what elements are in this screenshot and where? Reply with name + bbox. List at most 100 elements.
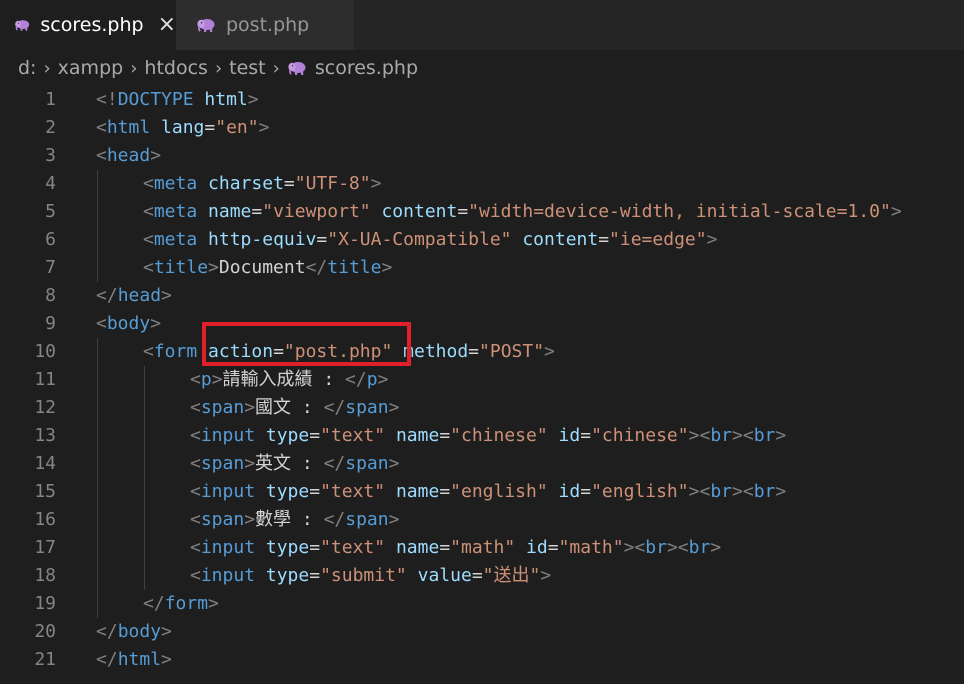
line-number: 1 <box>45 89 56 110</box>
code-token: 請輸入成績 : <box>222 369 346 390</box>
code-token: </ <box>96 649 118 670</box>
code-token: < <box>143 173 154 194</box>
code-token: > <box>775 425 787 446</box>
breadcrumb-item-d[interactable]: d: <box>18 57 36 79</box>
code-line[interactable]: 17 <input type="text" name="math" id="mat… <box>0 534 964 562</box>
code-line[interactable]: 3 <head> <box>0 142 964 170</box>
breadcrumb-item-test[interactable]: test <box>229 57 266 79</box>
code-token: meta <box>153 173 198 194</box>
code-token: method <box>403 341 469 362</box>
code-token: span <box>345 397 389 418</box>
code-token: </ <box>96 285 118 306</box>
code-token: > <box>710 537 722 558</box>
code-token: br <box>753 481 776 502</box>
code-token: "text" <box>320 481 386 502</box>
code-token: "X-UA-Compatible" <box>327 229 512 250</box>
code-token: > <box>208 593 219 614</box>
code-line[interactable]: 14 <span>英文 : </span> <box>0 450 964 478</box>
line-number: 6 <box>45 229 56 250</box>
code-token: http-equiv <box>208 229 317 250</box>
code-token: span <box>345 453 389 474</box>
breadcrumb-item-file[interactable]: scores.php <box>315 57 418 79</box>
line-number: 12 <box>34 397 56 418</box>
code-token: "en" <box>215 117 259 138</box>
code-token: name <box>395 425 440 446</box>
code-line[interactable]: 16 <span>數學 : </span> <box>0 506 964 534</box>
code-line[interactable]: 15 <input type="text" name="english" id="… <box>0 478 964 506</box>
code-line[interactable]: 2 <html lang="en"> <box>0 114 964 142</box>
code-token: type <box>265 537 310 558</box>
chevron-right-icon: › <box>43 57 51 79</box>
code-line[interactable]: 21 </html> <box>0 646 964 674</box>
code-token: type <box>265 481 310 502</box>
code-token: charset <box>208 173 284 194</box>
code-line[interactable]: 10 <form action="post.php" method="POST"> <box>0 338 964 366</box>
code-token: > <box>150 145 162 166</box>
code-token: > <box>540 565 552 586</box>
code-token: > <box>377 369 389 390</box>
breadcrumb-item-htdocs[interactable]: htdocs <box>144 57 208 79</box>
code-line[interactable]: 20 </body> <box>0 618 964 646</box>
line-number: 19 <box>34 593 56 614</box>
code-line[interactable]: 13 <input type="text" name="chinese" id="… <box>0 422 964 450</box>
close-icon[interactable]: × <box>158 14 176 36</box>
breadcrumb: d: › xampp › htdocs › test › scores.php <box>0 50 964 86</box>
code-token: name <box>395 481 440 502</box>
code-line[interactable]: 19 </form> <box>0 590 964 618</box>
php-elephant-icon <box>196 17 216 33</box>
code-token: > <box>244 509 256 530</box>
code-token: body <box>106 313 151 334</box>
code-line[interactable]: 5 <meta name="viewport" content="width=de… <box>0 198 964 226</box>
code-token: > <box>244 397 256 418</box>
code-line[interactable]: 4 <meta charset="UTF-8"> <box>0 170 964 198</box>
code-token: </ <box>323 453 346 474</box>
tab-scores-php[interactable]: scores.php × <box>0 0 176 50</box>
code-token: > <box>544 341 555 362</box>
line-number: 17 <box>34 537 56 558</box>
code-token: > <box>211 369 223 390</box>
code-token: = <box>457 201 469 222</box>
code-token: = <box>598 229 610 250</box>
code-line[interactable]: 9 <body> <box>0 310 964 338</box>
code-token: id <box>558 481 581 502</box>
code-token: meta <box>153 201 198 222</box>
code-token: </ <box>96 621 118 642</box>
code-line[interactable]: 6 <meta http-equiv="X-UA-Compatible" cont… <box>0 226 964 254</box>
code-editor[interactable]: 1 <!DOCTYPE html> 2 <html lang="en"> 3 <head>… <box>0 86 964 684</box>
code-content: </form> <box>143 590 219 618</box>
code-line[interactable]: 11 <p>請輸入成績 : </p> <box>0 366 964 394</box>
code-token: br <box>753 425 776 446</box>
code-token: > <box>150 313 162 334</box>
code-token: > <box>775 481 787 502</box>
code-line[interactable]: 8 </head> <box>0 282 964 310</box>
code-line[interactable]: 12 <span>國文 : </span> <box>0 394 964 422</box>
tab-post-php[interactable]: post.php <box>176 0 354 50</box>
code-token: body <box>117 621 162 642</box>
code-token: form <box>164 593 209 614</box>
code-content: <input type="text" name="english" id="en… <box>190 478 786 506</box>
code-token: br <box>688 537 711 558</box>
code-token: "math" <box>450 537 516 558</box>
code-content: <html lang="en"> <box>96 114 269 142</box>
code-line[interactable]: 1 <!DOCTYPE html> <box>0 86 964 114</box>
code-token: "text" <box>320 425 386 446</box>
code-token: "math" <box>558 537 624 558</box>
code-token: > <box>258 117 270 138</box>
code-token: > <box>244 453 256 474</box>
breadcrumb-item-xampp[interactable]: xampp <box>58 57 124 79</box>
code-token: name <box>395 537 440 558</box>
code-token: value <box>417 565 472 586</box>
code-token: > <box>208 257 219 278</box>
code-line[interactable]: 7 <title>Document</title> <box>0 254 964 282</box>
code-token: < <box>96 117 107 138</box>
line-number: 14 <box>34 453 56 474</box>
line-number: 10 <box>34 341 56 362</box>
code-line[interactable]: 18 <input type="submit" value="送出"> <box>0 562 964 590</box>
line-number: 21 <box>34 649 56 670</box>
code-token: br <box>710 425 732 446</box>
